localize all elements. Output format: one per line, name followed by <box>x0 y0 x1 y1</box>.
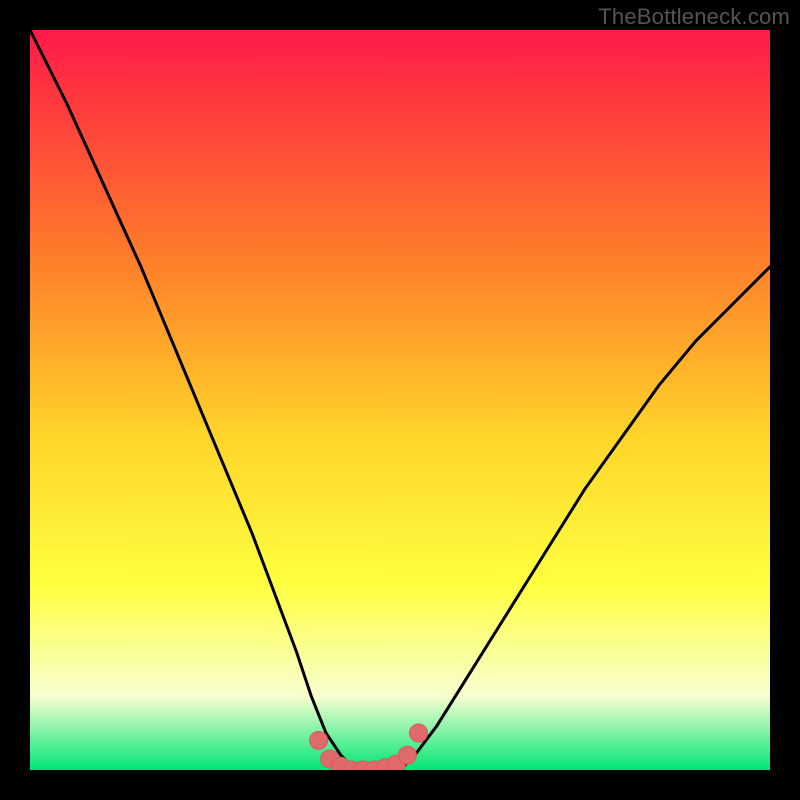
bottleneck-chart <box>30 30 770 770</box>
watermark-text: TheBottleneck.com <box>598 4 790 30</box>
gradient-background <box>30 30 770 770</box>
plot-area <box>30 30 770 770</box>
curve-marker <box>410 724 428 742</box>
curve-marker <box>398 746 416 764</box>
curve-marker <box>310 731 328 749</box>
chart-frame: TheBottleneck.com <box>0 0 800 800</box>
